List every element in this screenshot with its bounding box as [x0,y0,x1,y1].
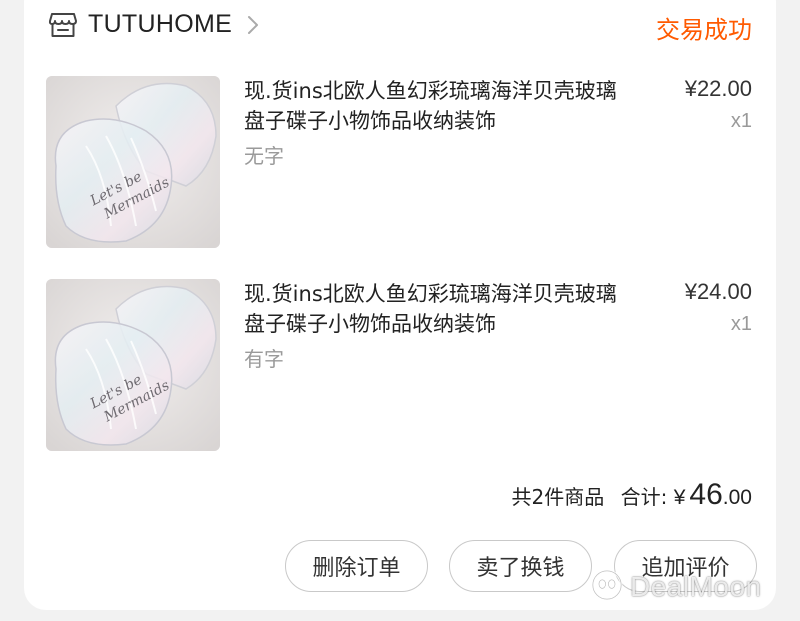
order-header: TUTUHOME 交易成功 [0,0,800,56]
total-label: 合计: [620,485,668,509]
order-item[interactable]: Let's be Mermaids 现.货ins北欧人鱼幻彩琉璃海洋贝壳玻璃盘子碟… [0,279,800,459]
product-title[interactable]: 现.货ins北欧人鱼幻彩琉璃海洋贝壳玻璃盘子碟子小物饰品收纳装饰 [244,279,634,339]
product-variant: 无字 [244,144,284,168]
product-image[interactable]: Let's be Mermaids [46,279,220,451]
currency-symbol: ¥ [673,486,686,509]
watermark-text: DealMoon [630,571,762,602]
total-decimal: .00 [722,486,752,509]
product-price: ¥24.00 [684,279,752,304]
store-icon[interactable] [48,12,78,38]
order-item[interactable]: Let's be Mermaids 现.货ins北欧人鱼幻彩琉璃海洋贝壳玻璃盘子碟… [0,76,800,256]
total-integer: 46 [689,478,723,511]
product-quantity: x1 [730,313,752,335]
chevron-right-icon[interactable] [246,14,260,36]
resell-button[interactable]: 卖了换钱 [449,540,592,592]
order-summary: 共2件商品 合计: ¥46.00 [512,478,752,512]
product-price: ¥22.00 [684,76,752,101]
dealmoon-logo-icon [590,568,624,606]
product-variant: 有字 [244,347,284,371]
product-image[interactable]: Let's be Mermaids [46,76,220,248]
item-count: 共2件商品 [511,485,605,509]
order-status: 交易成功 [656,16,752,44]
product-quantity: x1 [730,110,752,132]
shop-name-link[interactable]: TUTUHOME [88,10,232,39]
product-title[interactable]: 现.货ins北欧人鱼幻彩琉璃海洋贝壳玻璃盘子碟子小物饰品收纳装饰 [244,76,634,136]
delete-order-button[interactable]: 删除订单 [285,540,428,592]
dealmoon-watermark: DealMoon [590,567,785,607]
